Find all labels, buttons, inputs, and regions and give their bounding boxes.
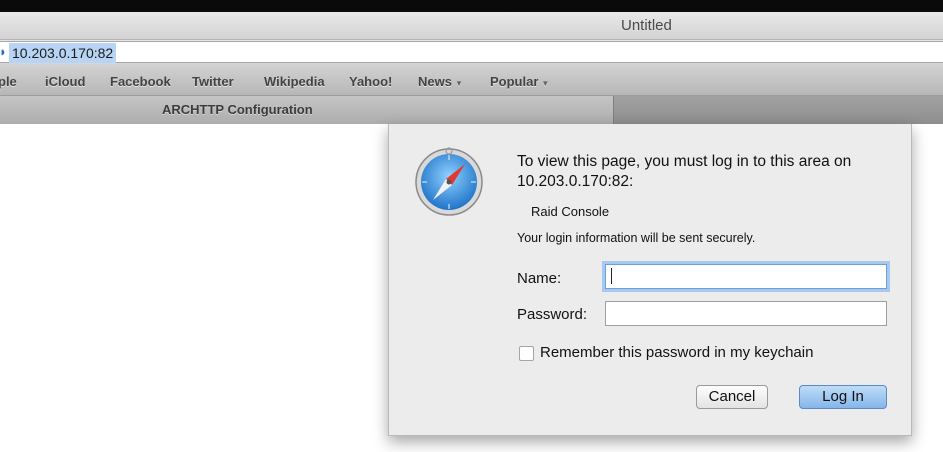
bookmark-label: Wikipedia xyxy=(264,74,325,89)
chevron-down-icon: ▼ xyxy=(541,79,550,88)
remember-label[interactable]: Remember this password in my keychain xyxy=(540,344,813,361)
realm-name: Raid Console xyxy=(531,204,610,219)
bookmark-popular-menu[interactable]: Popular ▼ xyxy=(490,74,549,89)
bookmark-label: Yahoo! xyxy=(349,74,393,89)
login-dialog: To view this page, you must log in to th… xyxy=(388,124,912,436)
window-titlebar: Untitled xyxy=(0,12,943,40)
bookmark-wikipedia[interactable]: Wikipedia xyxy=(264,74,325,89)
bookmark-icloud[interactable]: iCloud xyxy=(45,74,85,89)
name-input[interactable] xyxy=(605,264,887,289)
bookmark-label: ple xyxy=(0,74,17,89)
login-message: To view this page, you must log in to th… xyxy=(517,153,852,190)
chevron-down-icon: ▼ xyxy=(454,79,463,88)
address-url[interactable]: 10.203.0.170:82 xyxy=(9,43,117,63)
bookmark-yahoo[interactable]: Yahoo! xyxy=(349,74,392,89)
cancel-button[interactable]: Cancel xyxy=(696,385,768,409)
window-title: Untitled xyxy=(621,17,672,34)
secure-note: Your login information will be sent secu… xyxy=(517,231,756,245)
address-field[interactable]: ◗ 10.203.0.170:82 xyxy=(0,41,943,63)
password-label: Password: xyxy=(517,306,588,323)
bookmark-facebook[interactable]: Facebook xyxy=(110,74,171,89)
remember-checkbox[interactable] xyxy=(519,346,534,361)
password-input[interactable] xyxy=(605,301,887,326)
bookmark-label: Twitter xyxy=(192,74,234,89)
tab-archttp-configuration[interactable]: ARCHTTP Configuration xyxy=(0,96,614,124)
address-bar-row: ◗ 10.203.0.170:82 xyxy=(0,40,943,64)
top-black-bar xyxy=(0,0,943,12)
bookmark-label: Popular xyxy=(490,74,539,89)
tab-strip-empty xyxy=(614,96,943,124)
bookmarks-bar: ple iCloud Facebook Twitter Wikipedia Ya… xyxy=(0,64,943,96)
bookmark-apple[interactable]: ple xyxy=(0,74,17,89)
name-label: Name: xyxy=(517,270,562,287)
globe-icon: ◗ xyxy=(0,44,7,59)
safari-compass-icon xyxy=(415,147,483,216)
bookmark-label: News xyxy=(418,74,452,89)
bookmark-twitter[interactable]: Twitter xyxy=(192,74,234,89)
bookmark-label: iCloud xyxy=(45,74,86,89)
tab-label: ARCHTTP Configuration xyxy=(162,102,313,117)
tab-strip: ARCHTTP Configuration xyxy=(0,96,943,124)
bookmark-label: Facebook xyxy=(110,74,171,89)
log-in-button[interactable]: Log In xyxy=(799,385,887,409)
bookmark-news-menu[interactable]: News ▼ xyxy=(418,74,463,89)
text-caret xyxy=(611,268,612,284)
